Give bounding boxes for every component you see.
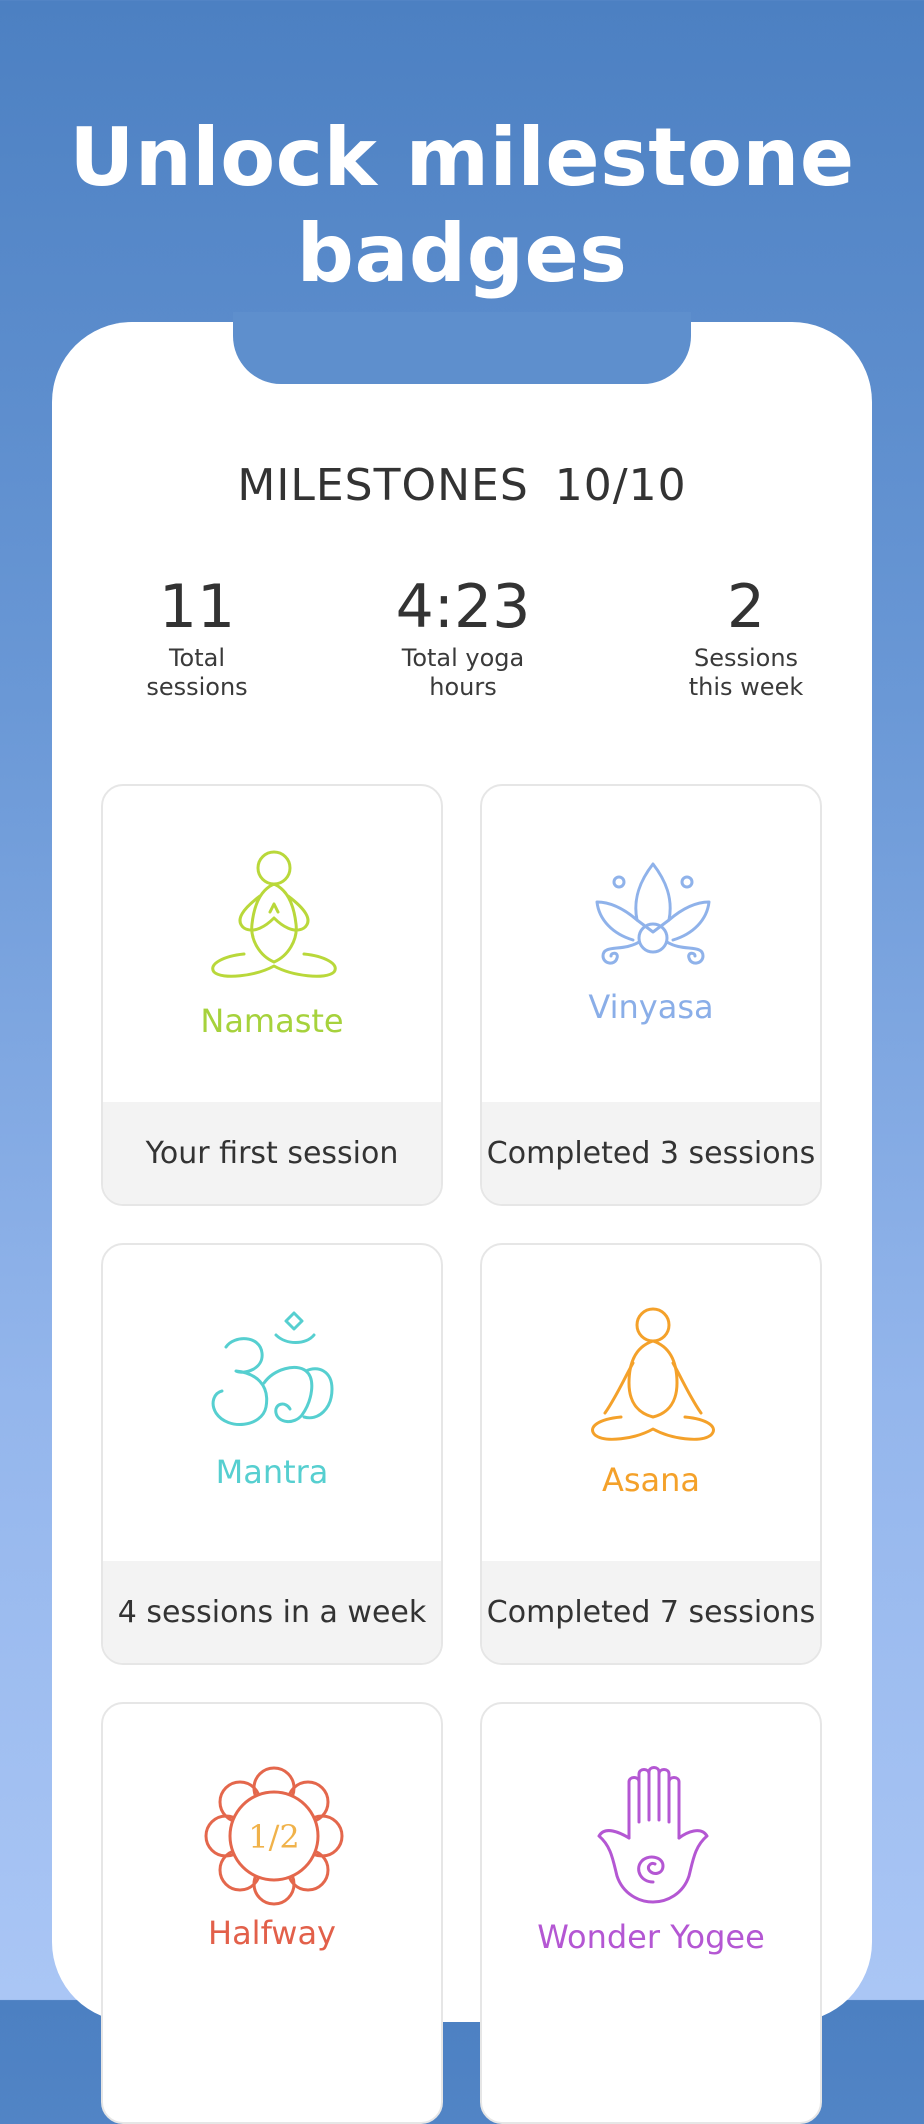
badge-card-namaste[interactable]: Namaste Your first session bbox=[101, 784, 443, 1206]
badge-name: Mantra bbox=[215, 1453, 329, 1491]
badge-name: Wonder Yogee bbox=[537, 1918, 765, 1956]
badge-caption: Completed 7 sessions bbox=[482, 1561, 820, 1663]
stat-value: 11 bbox=[158, 572, 236, 642]
badge-card-mantra[interactable]: Mantra 4 sessions in a week bbox=[101, 1243, 443, 1665]
milestones-header: MILESTONES 10/10 bbox=[0, 460, 924, 511]
meditation-figure-icon bbox=[211, 850, 337, 978]
stat-label: Sessions this week bbox=[688, 644, 804, 701]
badge-caption: Completed 3 sessions bbox=[482, 1102, 820, 1204]
stat-value: 2 bbox=[726, 572, 766, 642]
milestones-count: 10/10 bbox=[554, 460, 687, 511]
headline: Unlock milestone badges bbox=[69, 111, 855, 300]
badge-name: Halfway bbox=[208, 1914, 336, 1952]
badge-caption: Your first session bbox=[103, 1102, 441, 1204]
half-flower-text: 1/2 bbox=[248, 1818, 300, 1856]
lotus-pose-figure-icon bbox=[591, 1307, 715, 1441]
badge-card-halfway[interactable]: 1/2 Halfway bbox=[101, 1702, 443, 2124]
badge-card-wonder-yogee[interactable]: Wonder Yogee bbox=[480, 1702, 822, 2124]
stat-total-yoga-hours: 4:23 Total yoga hours bbox=[353, 572, 573, 702]
phone-notch bbox=[233, 312, 691, 384]
badge-name: Namaste bbox=[200, 1002, 344, 1040]
om-icon bbox=[211, 1311, 334, 1426]
badge-card-asana[interactable]: Asana Completed 7 sessions bbox=[480, 1243, 822, 1665]
stat-sessions-this-week: 2 Sessions this week bbox=[636, 572, 856, 702]
badge-caption: 4 sessions in a week bbox=[103, 1561, 441, 1663]
milestones-label: MILESTONES bbox=[237, 460, 529, 511]
badge-card-vinyasa[interactable]: Vinyasa Completed 3 sessions bbox=[480, 784, 822, 1206]
stat-label: Total yoga hours bbox=[401, 644, 525, 701]
badge-name: Asana bbox=[601, 1461, 701, 1499]
half-flower-icon: 1/2 bbox=[204, 1766, 344, 1906]
badge-name: Vinyasa bbox=[588, 988, 714, 1026]
lotus-icon bbox=[595, 862, 711, 965]
hamsa-hand-icon bbox=[597, 1766, 709, 1904]
stat-total-sessions: 11 Total sessions bbox=[87, 572, 307, 702]
stat-label: Total sessions bbox=[146, 644, 248, 701]
stat-value: 4:23 bbox=[395, 572, 531, 642]
